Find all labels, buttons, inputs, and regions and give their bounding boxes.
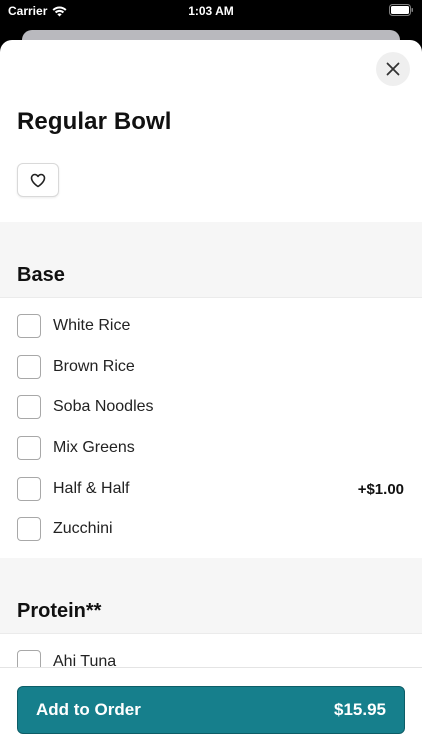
option-label: Half & Half (53, 480, 130, 497)
item-sheet: Regular Bowl Base White Rice Brown Rice … (0, 40, 422, 750)
status-time: 1:03 AM (188, 4, 234, 18)
add-to-order-label: Add to Order (36, 700, 141, 719)
close-button[interactable] (376, 52, 410, 86)
option-row-soba-noodles[interactable]: Soba Noodles (0, 387, 422, 427)
checkbox[interactable] (17, 477, 41, 501)
option-row-half-and-half[interactable]: Half & Half +$1.00 (0, 469, 422, 509)
option-row-white-rice[interactable]: White Rice (0, 306, 422, 346)
option-row-mix-greens[interactable]: Mix Greens (0, 428, 422, 468)
checkbox[interactable] (17, 355, 41, 379)
checkbox[interactable] (17, 436, 41, 460)
favorite-button[interactable] (17, 163, 59, 197)
option-price: +$1.00 (357, 480, 404, 498)
battery-icon (389, 4, 413, 16)
option-label: Soba Noodles (53, 398, 154, 415)
order-footer: Add to Order $15.95 (0, 667, 422, 750)
checkbox[interactable] (17, 395, 41, 419)
checkbox[interactable] (17, 314, 41, 338)
option-row-zucchini[interactable]: Zucchini (0, 509, 422, 549)
item-title: Regular Bowl (17, 108, 172, 135)
section-header-protein: Protein** (0, 558, 422, 633)
divider (0, 297, 422, 298)
close-icon (386, 62, 400, 76)
divider (0, 633, 422, 634)
section-header-base: Base (0, 222, 422, 297)
section-title: Protein** (17, 600, 102, 622)
option-label: Brown Rice (53, 358, 135, 375)
checkbox[interactable] (17, 517, 41, 541)
heart-icon (30, 173, 46, 187)
option-row-brown-rice[interactable]: Brown Rice (0, 347, 422, 387)
add-to-order-button[interactable]: Add to Order $15.95 (17, 686, 405, 734)
section-title: Base (17, 264, 65, 286)
option-label: Mix Greens (53, 439, 135, 456)
status-bar: Carrier 1:03 AM (0, 0, 422, 24)
order-total: $15.95 (334, 700, 386, 719)
option-label: Zucchini (53, 520, 113, 537)
option-label: White Rice (53, 317, 131, 334)
